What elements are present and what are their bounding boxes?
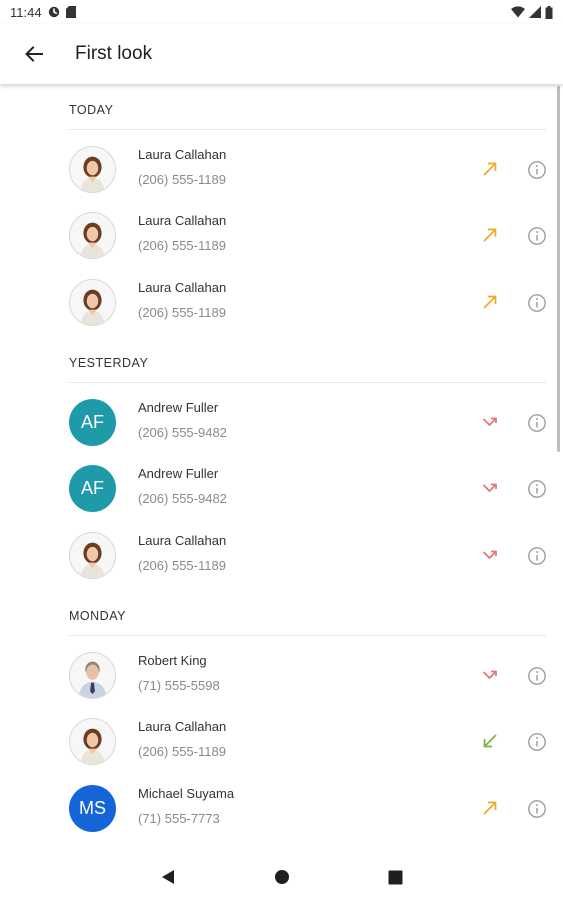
nav-home-button[interactable] <box>270 865 294 889</box>
contact-name: Laura Callahan <box>138 719 227 734</box>
avatar <box>69 532 116 579</box>
contact-name: Robert King <box>138 653 207 668</box>
contact-phone: (206) 555-1189 <box>138 172 226 187</box>
section-header-today: TODAY <box>69 90 546 130</box>
woman-portrait-icon <box>80 728 105 764</box>
status-left: 11:44 <box>10 5 76 20</box>
avatar <box>69 146 116 193</box>
scrollbar[interactable] <box>557 86 560 452</box>
contact-phone: (206) 555-1189 <box>138 558 226 573</box>
arrow-back-icon <box>25 46 43 62</box>
status-right <box>511 5 553 19</box>
call-row[interactable]: AF Andrew Fuller (206) 555-9482 <box>0 390 563 456</box>
contact-phone: (206) 555-9482 <box>138 491 227 506</box>
nav-recents-button[interactable] <box>384 865 408 889</box>
contact-name: Andrew Fuller <box>138 400 219 415</box>
missed-call-icon <box>482 670 497 680</box>
info-icon[interactable] <box>526 412 548 434</box>
avatar: AF <box>69 465 116 512</box>
outgoing-call-icon <box>483 801 497 815</box>
woman-portrait-icon <box>80 289 105 325</box>
call-row[interactable]: AF Andrew Fuller (206) 555-9482 <box>0 456 563 522</box>
contact-name: Laura Callahan <box>138 147 227 162</box>
contact-name: Andrew Fuller <box>138 466 219 481</box>
recents-square-icon <box>388 870 403 884</box>
app-bar: First look <box>0 24 563 84</box>
info-icon[interactable] <box>526 478 548 500</box>
data-saver-icon <box>48 6 59 18</box>
contact-name: Laura Callahan <box>138 533 227 548</box>
call-row[interactable]: Laura Callahan (206) 555-1189 <box>0 270 563 336</box>
sd-card-icon <box>65 6 76 18</box>
call-row[interactable]: Robert King (71) 555-5598 <box>0 643 563 709</box>
missed-call-icon <box>482 417 497 427</box>
info-icon[interactable] <box>526 665 548 687</box>
contact-phone: (206) 555-1189 <box>138 238 226 253</box>
call-row[interactable]: Laura Callahan (206) 555-1189 <box>0 523 563 589</box>
avatar <box>69 212 116 259</box>
status-bar: 11:44 <box>0 0 563 24</box>
info-icon[interactable] <box>526 731 548 753</box>
contact-phone: (71) 555-5598 <box>138 678 220 693</box>
page-title: First look <box>75 43 153 64</box>
contact-phone: (206) 555-1189 <box>138 305 226 320</box>
contact-name: Laura Callahan <box>138 280 227 295</box>
contact-name: Laura Callahan <box>138 213 227 228</box>
call-row[interactable]: Laura Callahan (206) 555-1189 <box>0 203 563 269</box>
system-nav-bar <box>0 854 563 900</box>
signal-icon <box>529 6 541 18</box>
call-row[interactable]: Laura Callahan (206) 555-1189 <box>0 137 563 203</box>
avatar: AF <box>69 399 116 446</box>
back-button[interactable] <box>22 42 46 66</box>
avatar <box>69 718 116 765</box>
call-row[interactable]: MS Michael Suyama (71) 555-7773 <box>0 776 563 842</box>
woman-portrait-icon <box>80 222 105 258</box>
incoming-call-icon <box>483 734 497 748</box>
call-row[interactable]: Laura Callahan (206) 555-1189 <box>0 709 563 775</box>
section-header-yesterday: YESTERDAY <box>69 343 546 383</box>
info-icon[interactable] <box>526 798 548 820</box>
man-portrait-icon <box>78 661 107 698</box>
missed-call-icon <box>482 483 497 493</box>
contact-phone: (71) 555-7773 <box>138 811 220 826</box>
nav-back-button[interactable] <box>156 865 180 889</box>
info-icon[interactable] <box>526 225 548 247</box>
wifi-icon <box>511 6 525 18</box>
info-icon[interactable] <box>526 292 548 314</box>
back-triangle-icon <box>161 870 174 884</box>
contact-name: Michael Suyama <box>138 786 235 801</box>
outgoing-call-icon <box>483 295 497 309</box>
status-time: 11:44 <box>10 4 42 20</box>
section-header-monday: MONDAY <box>69 596 546 636</box>
home-circle-icon <box>274 870 289 884</box>
woman-portrait-icon <box>80 542 105 578</box>
contact-phone: (206) 555-1189 <box>138 744 226 759</box>
outgoing-call-icon <box>483 162 497 176</box>
call-history-list[interactable]: TODAY Laura Callahan (206) 555-1189 Laur… <box>0 84 563 854</box>
info-icon[interactable] <box>526 159 548 181</box>
avatar <box>69 279 116 326</box>
contact-phone: (206) 555-9482 <box>138 425 227 440</box>
missed-call-icon <box>482 550 497 560</box>
avatar <box>69 652 116 699</box>
woman-portrait-icon <box>80 156 105 192</box>
avatar: MS <box>69 785 116 832</box>
outgoing-call-icon <box>483 228 497 242</box>
battery-icon <box>545 5 553 19</box>
info-icon[interactable] <box>526 545 548 567</box>
